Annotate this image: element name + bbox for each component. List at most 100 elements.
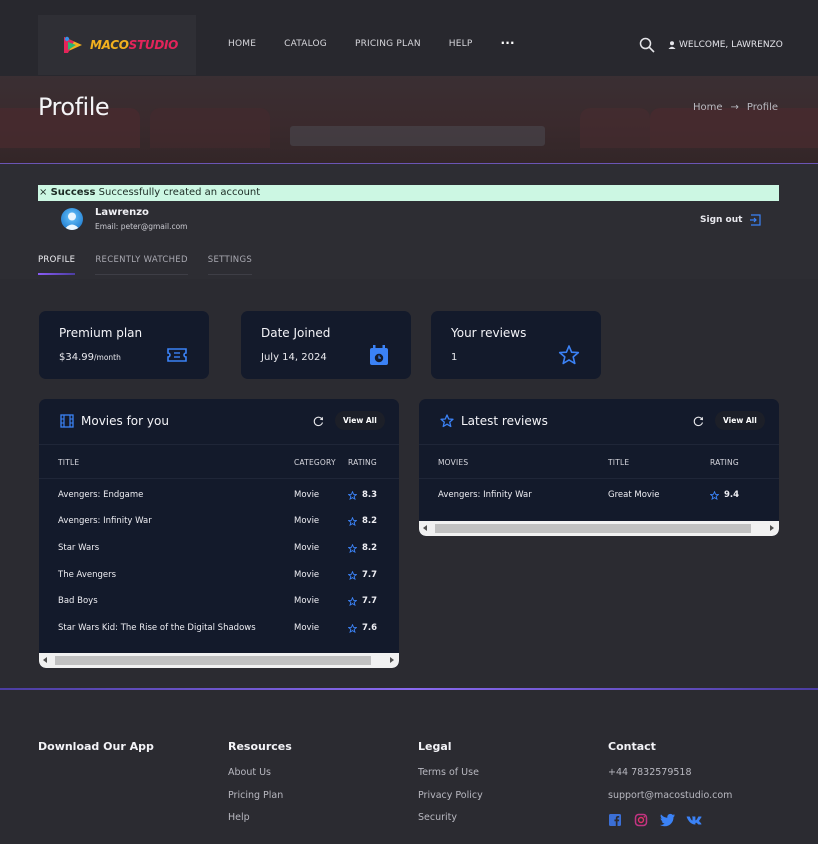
nav-help[interactable]: HELP — [449, 39, 473, 49]
column-header-rating: RATING — [710, 458, 739, 467]
logo-icon — [64, 36, 82, 53]
movie-category: Movie — [294, 570, 320, 580]
alert-close-icon[interactable]: × — [39, 187, 47, 198]
alert-message: Successfully created an account — [98, 187, 261, 198]
social-links — [608, 812, 732, 827]
movie-title[interactable]: The Avengers — [58, 570, 116, 580]
horizontal-scrollbar[interactable] — [39, 653, 399, 668]
user-icon — [668, 41, 676, 49]
search-icon[interactable] — [639, 37, 655, 53]
main-nav: HOME CATALOG PRICING PLAN HELP ··· — [228, 37, 543, 49]
movies-view-all-button[interactable]: View All — [335, 411, 385, 430]
nav-catalog[interactable]: CATALOG — [284, 39, 327, 49]
star-icon — [348, 516, 357, 526]
footer-legal-column: Legal Terms of Use Privacy Policy Securi… — [418, 740, 483, 835]
footer-resources-heading: Resources — [228, 740, 292, 753]
star-icon — [440, 414, 454, 428]
column-header-category: CATEGORY — [294, 458, 336, 467]
horizontal-scrollbar[interactable] — [419, 521, 779, 536]
footer-link-pricing-plan[interactable]: Pricing Plan — [228, 790, 292, 803]
welcome-user[interactable]: WELCOME, LAWRENZO — [668, 40, 783, 50]
footer-resources-column: Resources About Us Pricing Plan Help — [228, 740, 292, 835]
film-icon — [60, 414, 74, 428]
seat-decoration — [650, 108, 818, 148]
movie-title[interactable]: Star Wars Kid: The Rise of the Digital S… — [58, 623, 256, 633]
nav-pricing-plan[interactable]: PRICING PLAN — [355, 39, 421, 49]
movies-panel: Movies for you View All TITLE CATEGORY R… — [39, 399, 399, 668]
column-header-rating: RATING — [348, 458, 377, 467]
vk-icon[interactable] — [686, 812, 702, 826]
refresh-icon[interactable] — [313, 416, 324, 427]
tab-recently-watched[interactable]: RECENTLY WATCHED — [95, 255, 189, 275]
user-name: Lawrenzo — [95, 207, 149, 218]
avatar-icon — [64, 212, 80, 230]
footer-link-terms[interactable]: Terms of Use — [418, 767, 483, 780]
seat-decoration — [150, 108, 270, 148]
scrollbar-thumb[interactable] — [55, 656, 371, 665]
success-alert: × Success Successfully created an accoun… — [38, 185, 779, 201]
breadcrumb-home[interactable]: Home — [693, 102, 723, 113]
sign-out-icon — [750, 214, 762, 226]
welcome-text: WELCOME, LAWRENZO — [679, 40, 783, 50]
facebook-icon[interactable] — [608, 812, 622, 826]
date-joined-card: Date Joined July 14, 2024 — [241, 311, 411, 379]
movies-panel-header: Movies for you View All — [39, 399, 399, 445]
plan-price: $34.99/month — [59, 352, 121, 363]
reviews-count: 1 — [451, 352, 458, 363]
tab-profile[interactable]: PROFILE — [38, 255, 76, 275]
date-joined-label: Date Joined — [261, 326, 331, 340]
movie-category: Movie — [294, 623, 320, 633]
movie-rating: 8.3 — [348, 490, 377, 500]
footer-app-column: Download Our App — [38, 740, 154, 767]
scroll-left-icon[interactable] — [43, 657, 47, 663]
reviews-view-all-button[interactable]: View All — [715, 411, 765, 430]
star-icon — [710, 490, 719, 500]
movie-category: Movie — [294, 516, 320, 526]
refresh-icon[interactable] — [693, 416, 704, 427]
scrollbar-thumb[interactable] — [435, 524, 751, 533]
scroll-right-icon[interactable] — [770, 525, 774, 531]
reviews-card: Your reviews 1 — [431, 311, 601, 379]
instagram-icon[interactable] — [634, 812, 648, 827]
logo[interactable]: MACOSTUDIO — [38, 15, 196, 75]
header-divider — [419, 478, 779, 479]
movie-category: Movie — [294, 543, 320, 553]
footer-link-security[interactable]: Security — [418, 812, 483, 825]
footer-phone-link[interactable]: +44 7832579518 — [608, 767, 732, 780]
star-icon — [558, 345, 580, 365]
scroll-right-icon[interactable] — [390, 657, 394, 663]
reviews-panel: Latest reviews View All MOVIES TITLE RAT… — [419, 399, 779, 536]
nav-home[interactable]: HOME — [228, 39, 256, 49]
movie-title[interactable]: Avengers: Infinity War — [58, 516, 152, 526]
star-icon — [348, 623, 357, 633]
footer-link-about-us[interactable]: About Us — [228, 767, 292, 780]
scroll-left-icon[interactable] — [423, 525, 427, 531]
alert-title: Success — [50, 187, 96, 198]
star-icon — [348, 490, 357, 500]
header-divider — [39, 478, 399, 479]
footer-link-help[interactable]: Help — [228, 812, 292, 825]
stage-decoration — [290, 126, 545, 146]
profile-tabs: PROFILE RECENTLY WATCHED SETTINGS — [38, 255, 272, 275]
page-title: Profile — [38, 93, 110, 121]
review-movie[interactable]: Avengers: Infinity War — [438, 490, 532, 500]
twitter-icon[interactable] — [660, 812, 675, 827]
movie-title[interactable]: Bad Boys — [58, 596, 98, 606]
movie-category: Movie — [294, 596, 320, 606]
plan-card: Premium plan $34.99/month — [39, 311, 209, 379]
footer-contact-column: Contact +44 7832579518 support@macostudi… — [608, 740, 732, 827]
review-rating: 9.4 — [710, 490, 739, 500]
tab-settings[interactable]: SETTINGS — [207, 255, 253, 275]
movie-title[interactable]: Avengers: Endgame — [58, 490, 143, 500]
star-icon — [348, 596, 357, 606]
more-menu-button[interactable]: ··· — [500, 37, 514, 49]
sign-out-button[interactable]: Sign out — [700, 214, 762, 226]
breadcrumb-arrow-icon: → — [730, 102, 739, 113]
footer-link-privacy[interactable]: Privacy Policy — [418, 790, 483, 803]
breadcrumb-current: Profile — [746, 102, 778, 113]
movie-title[interactable]: Star Wars — [58, 543, 99, 553]
footer-email-link[interactable]: support@macostudio.com — [608, 790, 732, 803]
review-title: Great Movie — [608, 490, 660, 500]
breadcrumb: Home → Profile — [693, 102, 778, 113]
footer-divider — [0, 688, 818, 690]
